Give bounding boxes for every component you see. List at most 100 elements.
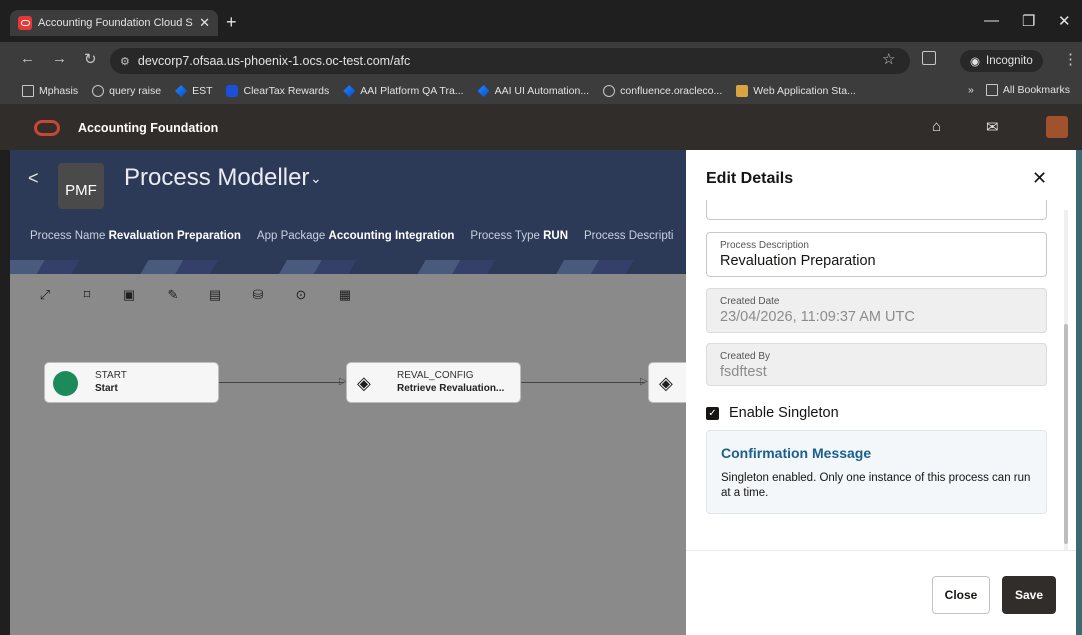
tab-title: Accounting Foundation Cloud S — [38, 17, 193, 29]
bookmark-label: AAI Platform QA Tra... — [360, 85, 464, 97]
fit-screen-icon[interactable]: ⌑ — [80, 288, 94, 302]
bookmark-mphasis[interactable]: Mphasis — [22, 85, 78, 97]
message-title: Confirmation Message — [721, 445, 872, 461]
cleartax-icon — [226, 85, 239, 97]
url-field[interactable]: ⚙ devcorp7.ofsaa.us-phoenix-1.ocs.oc-tes… — [110, 48, 910, 74]
url-text: devcorp7.ofsaa.us-phoenix-1.ocs.oc-test.… — [137, 54, 411, 68]
home-icon[interactable]: ⌂ — [932, 118, 941, 135]
address-bar: ← → ↻ ⚙ devcorp7.ofsaa.us-phoenix-1.ocs.… — [0, 42, 1082, 78]
incognito-label: Incognito — [986, 55, 1033, 67]
meta-process-description: Process Descripti — [584, 230, 674, 242]
node-label: Retrieve Revaluation... — [397, 383, 505, 394]
save-button[interactable]: Save — [1002, 576, 1056, 614]
field-label: Process Description — [720, 240, 809, 251]
process-meta: Process Name Revaluation Preparation App… — [30, 230, 673, 242]
more-bookmarks-icon[interactable]: » — [968, 84, 974, 96]
bookmark-web-app[interactable]: Web Application Sta... — [736, 85, 856, 97]
field-label: Created By — [720, 351, 771, 362]
close-button[interactable]: Close — [932, 576, 990, 614]
all-bookmarks[interactable]: All Bookmarks — [985, 84, 1070, 96]
meta-process-type: Process Type RUN — [470, 230, 568, 242]
bookmarks-bar: Mphasis query raise EST ClearTax Rewards… — [0, 78, 1082, 104]
messages-icon[interactable]: ✉ — [986, 118, 999, 136]
bookmark-aai-ui[interactable]: AAI UI Automation... — [477, 85, 590, 97]
bookmark-label: Mphasis — [39, 85, 79, 97]
checkbox-checked-icon[interactable]: ✓ — [706, 406, 719, 420]
play-icon[interactable]: ⊙ — [294, 288, 308, 302]
expand-icon[interactable]: ⤢ — [38, 288, 52, 302]
new-tab-icon[interactable]: + — [226, 12, 237, 33]
close-tab-icon[interactable]: ✕ — [199, 15, 210, 31]
minimap-icon[interactable]: ▣ — [122, 288, 136, 302]
all-bookmarks-label: All Bookmarks — [1002, 84, 1070, 96]
confirmation-message: Confirmation Message Singleton enabled. … — [706, 430, 1047, 514]
browser-menu-icon[interactable]: ⋮ — [1063, 50, 1078, 68]
drawer-footer: Close Save — [686, 550, 1076, 635]
jira-icon — [477, 85, 490, 97]
page-title[interactable]: Process Modeller — [124, 164, 309, 192]
back-chevron-icon[interactable]: < — [28, 168, 39, 189]
bookmark-label: ClearTax Rewards — [243, 85, 330, 97]
calendar-icon[interactable]: ▦ — [338, 288, 352, 302]
bookmark-label: confluence.oracleco... — [620, 85, 723, 97]
meta-process-name: Process Name Revaluation Preparation — [30, 230, 241, 242]
process-canvas[interactable]: START Start ▷ ◈ REVAL_CONFIG Retrieve Re… — [10, 320, 698, 635]
edge-connector — [521, 382, 645, 383]
database-icon[interactable]: ⛁ — [251, 288, 265, 302]
chevron-down-icon[interactable]: ⌄ — [310, 170, 322, 187]
bookmark-label: EST — [192, 85, 213, 97]
jira-icon — [175, 85, 188, 97]
created-by-field: Created By fsdftest — [706, 343, 1047, 386]
jira-icon — [343, 85, 356, 97]
arrow-icon: ▷ — [640, 376, 648, 387]
restore-icon[interactable]: ❐ — [1022, 12, 1035, 30]
partial-field[interactable] — [706, 200, 1047, 220]
process-description-field[interactable]: Process Description Revaluation Preparat… — [706, 232, 1047, 277]
process-banner: < PMF Process Modeller ⌄ Process Name Re… — [10, 150, 686, 274]
drawer-scrollbar[interactable] — [1064, 210, 1068, 550]
field-value: fsdftest — [720, 364, 767, 380]
field-label: Created Date — [720, 296, 780, 307]
bookmark-cleartax[interactable]: ClearTax Rewards — [226, 85, 329, 97]
page-edge-scrollbar — [1076, 150, 1082, 635]
browser-tab[interactable]: Accounting Foundation Cloud S ✕ — [10, 10, 218, 36]
document-icon[interactable]: ▤ — [208, 288, 222, 302]
bookmark-est[interactable]: EST — [175, 85, 212, 97]
edit-details-drawer: Edit Details ✕ Process Description Reval… — [686, 150, 1076, 635]
field-value: Revaluation Preparation — [720, 253, 876, 269]
minimize-icon[interactable]: — — [984, 12, 999, 29]
bookmark-query-raise[interactable]: query raise — [92, 85, 161, 97]
back-icon[interactable]: ← — [20, 50, 35, 67]
reload-icon[interactable]: ↻ — [84, 50, 97, 68]
incognito-badge[interactable]: ◉ Incognito — [960, 50, 1043, 72]
site-settings-icon[interactable]: ⚙ — [120, 55, 130, 68]
bookmark-star-icon[interactable]: ☆ — [882, 50, 895, 68]
folder-icon — [985, 84, 998, 96]
drawer-title: Edit Details — [706, 170, 794, 187]
bookmark-confluence[interactable]: confluence.oracleco... — [603, 85, 722, 97]
avatar[interactable] — [1046, 116, 1068, 138]
web-app-icon — [736, 85, 749, 97]
close-window-icon[interactable]: ✕ — [1058, 12, 1071, 30]
modeller-toolbar: ⤢ ⌑ ▣ ✎ ▤ ⛁ ⊙ ▦ — [10, 274, 686, 320]
oracle-logo-icon[interactable] — [34, 120, 60, 136]
bookmark-aai-platform[interactable]: AAI Platform QA Tra... — [343, 85, 464, 97]
enable-singleton-checkbox[interactable]: ✓ Enable Singleton — [706, 405, 839, 421]
google-lens-icon[interactable] — [922, 51, 936, 65]
app-title: Accounting Foundation — [78, 121, 219, 135]
node-start[interactable]: START Start — [44, 362, 219, 403]
globe-icon — [603, 85, 616, 97]
bookmark-label: query raise — [109, 85, 162, 97]
scroll-thumb[interactable] — [1064, 324, 1068, 544]
node-reval-config[interactable]: ◈ REVAL_CONFIG Retrieve Revaluation... — [346, 362, 521, 403]
forward-icon[interactable]: → — [52, 50, 67, 67]
bookmark-label: AAI UI Automation... — [494, 85, 590, 97]
cube-icon: ◈ — [357, 373, 371, 393]
drawer-body: Process Description Revaluation Preparat… — [686, 200, 1066, 550]
close-icon[interactable]: ✕ — [1032, 168, 1047, 189]
browser-tab-bar: Accounting Foundation Cloud S ✕ + — ❐ ✕ — [0, 0, 1082, 46]
field-value: 23/04/2026, 11:09:37 AM UTC — [720, 309, 915, 325]
globe-icon — [92, 85, 105, 97]
edge-connector — [219, 382, 344, 383]
edit-icon[interactable]: ✎ — [166, 288, 180, 302]
